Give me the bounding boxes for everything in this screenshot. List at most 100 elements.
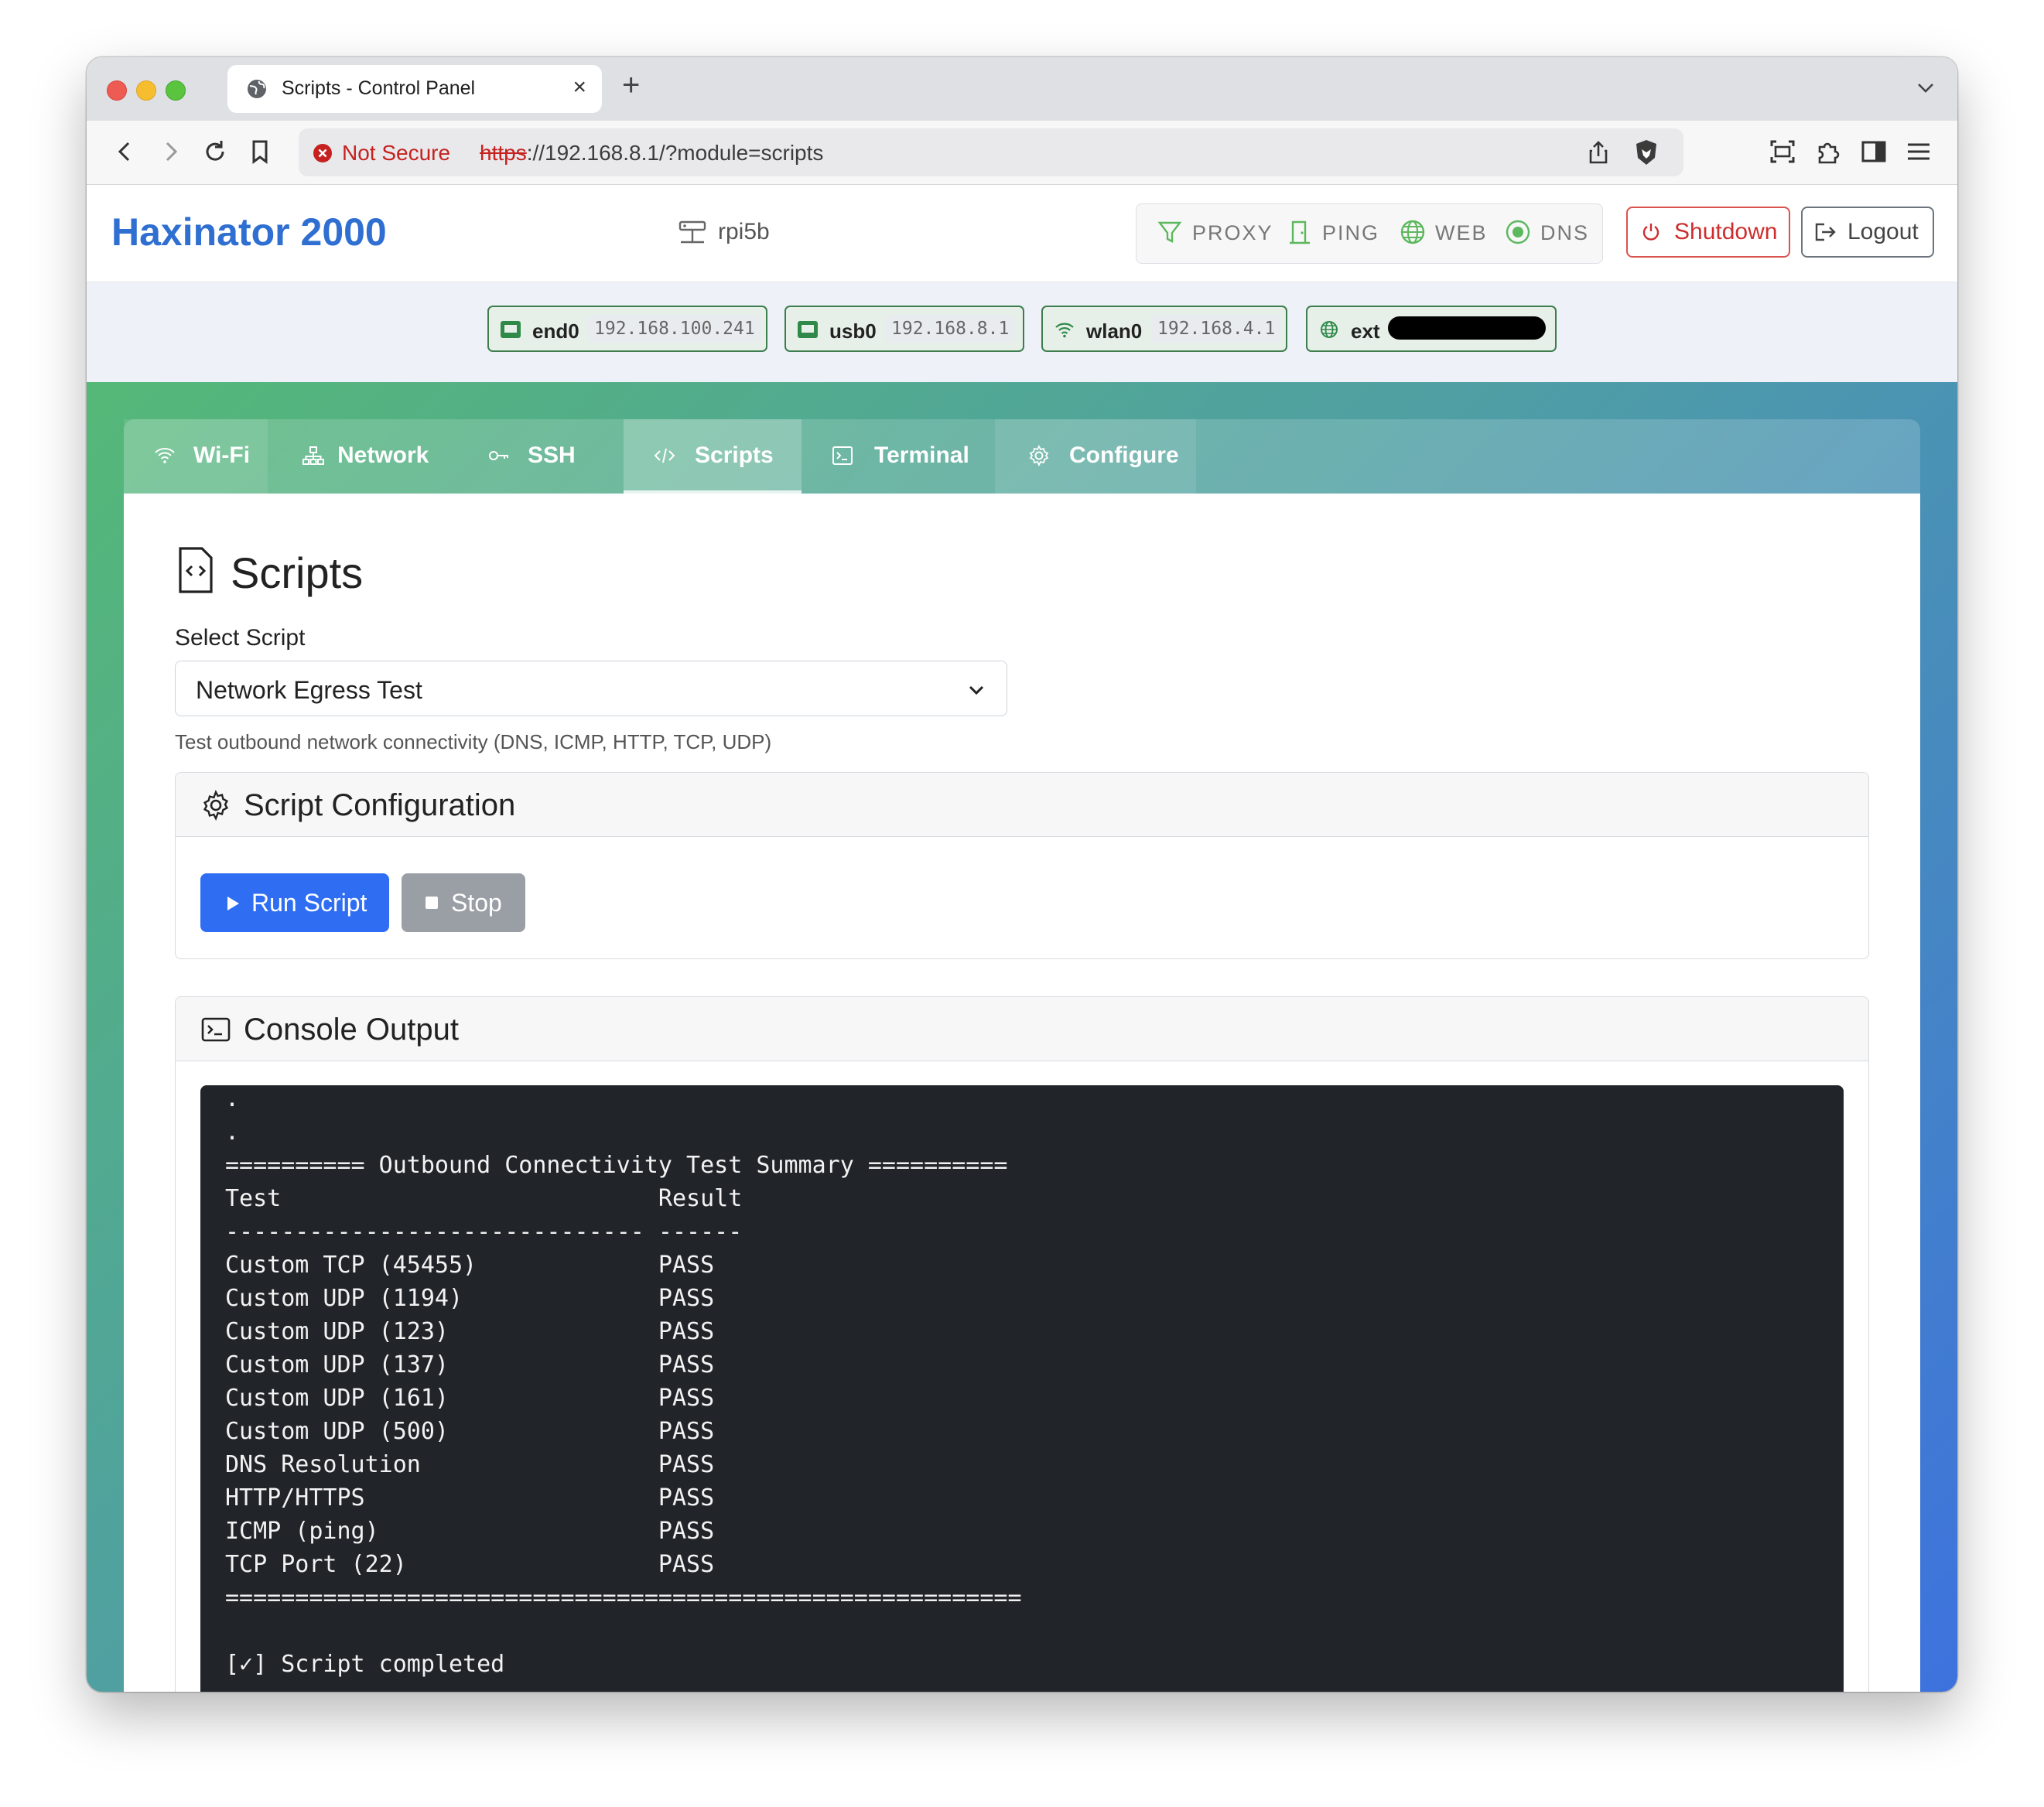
gear-icon [203,790,229,821]
hostname: rpi5b [678,219,770,245]
console-line: . [225,1085,240,1112]
interface-end0[interactable]: end0 192.168.100.241 [487,306,767,352]
globe-icon [248,80,266,98]
interface-name: ext [1351,319,1380,343]
screenshot-icon[interactable] [1767,136,1798,167]
main-content: Wi-Fi Network SSH Scripts Terminal Confi… [87,382,1957,1692]
extensions-icon[interactable] [1812,136,1843,167]
server-icon [678,220,706,244]
selected-script: Network Egress Test [196,676,422,704]
globe-icon [1400,220,1425,244]
interface-name: usb0 [829,319,877,343]
terminal-icon [832,446,853,465]
url-scheme: https [480,141,527,165]
app-header: Haxinator 2000 rpi5b PROXY PING WEB DNS [87,185,1957,282]
reload-icon[interactable] [200,136,231,167]
sidebar-icon[interactable] [1858,136,1889,167]
interface-address: 192.168.8.1 [885,315,1016,343]
back-icon[interactable] [110,136,141,167]
card-title: Script Configuration [244,788,516,822]
console-line: Custom UDP (1194) PASS [225,1285,715,1312]
tab-terminal[interactable]: Terminal [802,419,995,494]
stop-label: Stop [451,889,502,917]
not-secure-label[interactable]: Not Secure [342,141,450,166]
service-status-group: PROXY PING WEB DNS [1136,203,1603,264]
tab-title: Scripts - Control Panel [282,77,476,99]
chevron-down-icon[interactable] [1914,76,1937,99]
shutdown-button[interactable]: Shutdown [1626,207,1790,258]
stop-icon [426,897,438,909]
module-tabs: Wi-Fi Network SSH Scripts Terminal Confi… [124,419,1920,494]
minimize-window-button[interactable] [136,80,156,101]
console-line: Custom UDP (161) PASS [225,1385,715,1412]
filter-icon [1157,221,1182,243]
forward-icon[interactable] [155,136,186,167]
interface-name: end0 [532,319,579,343]
shutdown-label: Shutdown [1674,219,1778,244]
tab-label: SSH [528,442,576,468]
service-proxy-label: PROXY [1192,221,1273,244]
code-icon [654,448,675,463]
tab-scripts[interactable]: Scripts [624,419,802,494]
play-icon [227,897,239,910]
tab-ssh[interactable]: SSH [453,419,590,494]
console-line: DNS Resolution PASS [225,1451,715,1478]
logout-button[interactable]: Logout [1801,207,1934,258]
key-icon [489,451,508,460]
console-output-card: Console Output . . ========== Outbound C… [175,996,1869,1692]
console-line: . [225,1119,240,1146]
select-script-label: Select Script [175,625,306,651]
terminal-icon [201,1017,231,1042]
browser-tab-bar: Scripts - Control Panel × + [87,57,1957,121]
console-output[interactable]: . . ========== Outbound Connectivity Tes… [200,1085,1844,1692]
console-line: ========== Outbound Connectivity Test Su… [225,1152,1008,1179]
bookmark-icon[interactable] [244,136,275,167]
console-line: Custom UDP (123) PASS [225,1318,715,1345]
interface-ext[interactable]: ext [1306,306,1557,352]
redacted-address [1388,316,1546,340]
interface-strip: end0 192.168.100.241 usb0 192.168.8.1 wl… [87,282,1957,382]
tab-close-button[interactable]: × [573,74,586,101]
interface-address: 192.168.4.1 [1151,315,1282,343]
interface-usb0[interactable]: usb0 192.168.8.1 [784,306,1024,352]
service-web: WEB [1400,220,1488,245]
wifi-icon [1055,323,1074,338]
interface-wlan0[interactable]: wlan0 192.168.4.1 [1041,306,1287,352]
url-text[interactable]: https://192.168.8.1/?module=scripts [480,141,823,166]
page-title: Scripts [231,548,364,597]
close-window-button[interactable] [107,80,127,101]
interface-address: 192.168.100.241 [588,315,761,343]
power-icon [1642,224,1659,241]
new-tab-button[interactable]: + [622,68,640,103]
chevron-down-icon [969,685,984,695]
script-select[interactable]: Network Egress Test [175,661,1007,716]
logout-icon [1815,223,1836,241]
browser-tab[interactable]: Scripts - Control Panel × [227,65,602,113]
console-line: Custom UDP (500) PASS [225,1418,715,1445]
tab-label: Network [337,442,429,468]
run-script-button[interactable]: Run Script [200,873,389,932]
maximize-window-button[interactable] [166,80,186,101]
console-line: Test Result [225,1185,743,1212]
service-dns-label: DNS [1540,221,1590,244]
brave-shield-icon[interactable] [1632,138,1660,167]
menu-icon[interactable] [1903,136,1934,167]
stop-button[interactable]: Stop [402,873,525,932]
brand-title[interactable]: Haxinator 2000 [111,210,387,254]
script-configuration-card: Script Configuration Run Script Stop [175,772,1869,959]
tab-network[interactable]: Network [268,419,453,494]
service-ping: PING [1290,220,1379,245]
service-proxy: PROXY [1157,221,1273,245]
dns-icon [1506,220,1530,244]
console-line: ========================================… [225,1584,1022,1611]
console-line: HTTP/HTTPS PASS [225,1484,715,1512]
tab-wifi[interactable]: Wi-Fi [124,419,268,494]
ethernet-icon [798,321,818,338]
tab-label: Terminal [874,442,969,468]
browser-toolbar: Not Secure https://192.168.8.1/?module=s… [87,121,1957,185]
console-line: [✓] Script completed [225,1651,505,1678]
tab-configure[interactable]: Configure [995,419,1196,494]
share-icon[interactable] [1586,139,1611,166]
ethernet-icon [501,321,521,338]
address-bar[interactable]: Not Secure https://192.168.8.1/?module=s… [299,128,1683,176]
